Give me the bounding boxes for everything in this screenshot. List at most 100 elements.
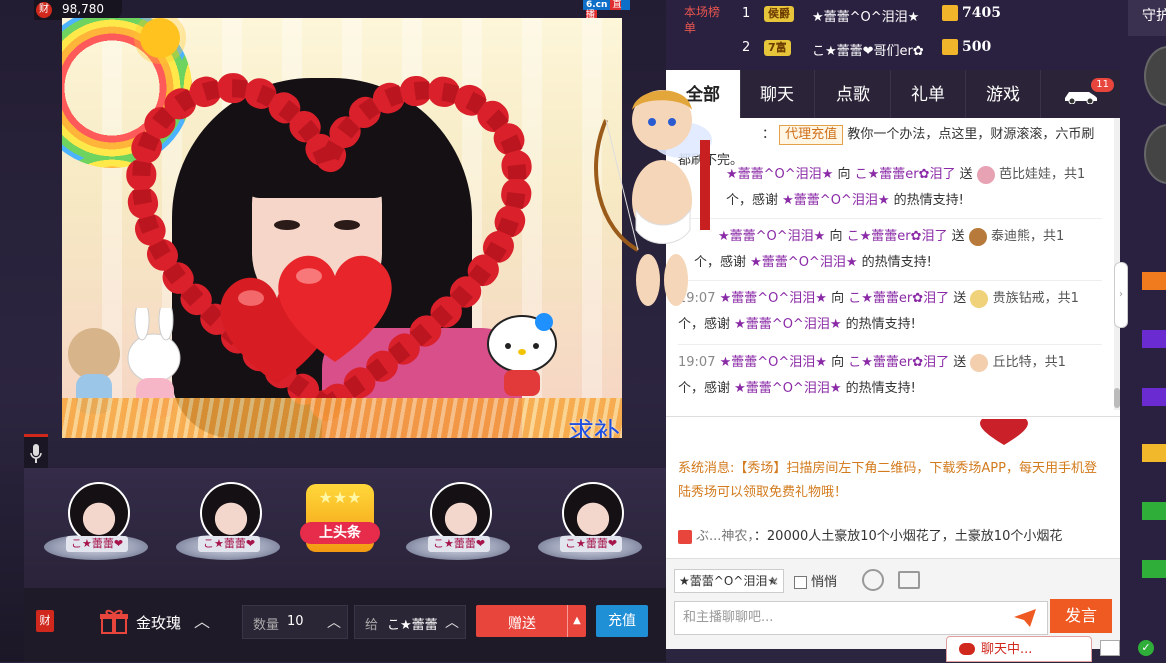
sun-decoration — [140, 18, 180, 58]
send-label: 赠送 — [508, 616, 536, 632]
quantity-value: 10 — [287, 614, 304, 629]
level-badge: 侯爵 — [764, 6, 794, 22]
gift-showcase: こ★蕾蕾❤ こ★蕾蕾❤ ★★★ 上头条 こ★蕾蕾❤ こ★蕾蕾❤ — [24, 468, 666, 588]
tab-car[interactable]: 11 — [1041, 70, 1120, 118]
cupid-animation — [594, 90, 712, 306]
chevron-up-icon: ︿ — [194, 612, 211, 631]
agent-recharge-tag[interactable]: 代理充值 — [779, 125, 844, 145]
recharge-button[interactable]: 充值 — [596, 605, 648, 637]
coin-icon — [942, 39, 958, 55]
badge — [1142, 330, 1166, 348]
headline-label: 上头条 — [300, 522, 380, 544]
guard-avatar[interactable] — [1144, 46, 1166, 106]
whisper-checkbox[interactable]: 悄悄 — [794, 571, 837, 590]
badge — [1142, 444, 1166, 462]
mail-icon[interactable] — [1100, 640, 1120, 656]
speak-button[interactable]: 发言 — [1050, 599, 1112, 633]
gift-send-bar: 财 金玫瑰 ︿ 数量 10 ︿ 给 こ★蕾蕾 ︿ 赠送 ▲ 充值 — [24, 588, 666, 662]
ranking-panel: 本场榜单 1 侯爵 ★蕾蕾^O^泪泪★ 7405 2 7富 こ★蕾蕾❤哥们er✿… — [666, 0, 1120, 70]
collapse-handle[interactable]: › — [1114, 262, 1128, 328]
gift-name: 金玫瑰 — [136, 614, 182, 632]
quantity-label: 数量 — [253, 618, 280, 633]
star-icon: ★★★ — [318, 488, 362, 507]
emoji-icon[interactable] — [862, 569, 884, 591]
heart-decoration — [980, 419, 1028, 445]
image-icon[interactable] — [898, 571, 920, 589]
red-heart — [278, 255, 392, 362]
close-icon[interactable]: × — [769, 570, 779, 592]
guard-tab[interactable]: 守护 — [1128, 0, 1166, 36]
ranking-row[interactable]: 1 侯爵 ★蕾蕾^O^泪泪★ 7405 — [736, 2, 1116, 28]
send-gift-button[interactable]: 赠送 ▲ — [476, 605, 586, 637]
tab-game[interactable]: 游戏 — [966, 70, 1041, 118]
system-message: 系统消息:【秀场】扫描房间左下角二维码，下载秀场APP，每天用手机登陆秀场可以领… — [678, 461, 1097, 500]
ranking-row[interactable]: 2 7富 こ★蕾蕾❤哥们er✿ 500 — [736, 36, 1116, 62]
tab-gift-list[interactable]: 礼单 — [891, 70, 966, 118]
microphone-icon — [30, 444, 42, 463]
sender[interactable]: ★蕾蕾^O^泪泪★ — [720, 291, 827, 306]
chevron-up-icon: ︿ — [445, 615, 459, 631]
gift-selector[interactable]: 金玫瑰 ︿ — [100, 604, 240, 638]
badge — [1142, 560, 1166, 578]
divider — [678, 344, 1102, 345]
avatar — [68, 482, 130, 544]
car-badge: 11 — [1091, 78, 1114, 92]
scrolling-message: ぶ...神农，：20000人土豪放10个小烟花了，土豪放10个小烟花 — [678, 525, 1108, 544]
chat-panel: 全部 聊天 点歌 礼单 游戏 11 ： 代理充值 教你一个办法，点这里，财源滚滚… — [666, 70, 1120, 649]
barbie-icon — [976, 165, 995, 184]
guard-avatar[interactable] — [1144, 124, 1166, 184]
message-list[interactable]: ： 代理充值 教你一个办法，点这里，财源滚滚，六币刷都刷不完。 ★蕾蕾^O^泪泪… — [666, 118, 1114, 410]
paper-plane-icon[interactable] — [1014, 609, 1036, 627]
gift-message: 19:07 ★蕾蕾^O^泪泪★ 向 こ★蕾蕾er✿泪了 送 丘比特，共1 个，感… — [678, 353, 1066, 396]
fan-slot[interactable]: こ★蕾蕾❤ — [38, 476, 154, 568]
fan-slot[interactable]: こ★蕾蕾❤ — [400, 476, 516, 568]
ring-icon — [970, 289, 989, 308]
caret-up-icon[interactable]: ▲ — [567, 605, 586, 637]
check-icon[interactable]: ✓ — [1138, 640, 1154, 656]
receiver[interactable]: こ★蕾蕾er✿泪了 — [847, 229, 948, 244]
level-badge: 7富 — [764, 40, 791, 56]
headline-button[interactable]: ★★★ 上头条 — [300, 484, 380, 552]
video-watermark: 求补刀 — [568, 418, 621, 438]
chatting-indicator[interactable]: 聊天中... — [946, 636, 1092, 662]
ranking-label[interactable]: 本场榜单 — [684, 4, 720, 36]
badge — [1142, 272, 1166, 290]
wealth-indicator: 财 98,780 — [34, 0, 122, 20]
wealth-value: 98,780 — [62, 2, 104, 16]
fan-slot[interactable]: こ★蕾蕾❤ — [532, 476, 648, 568]
chat-bubble-icon — [959, 643, 975, 655]
ranking-score: 7405 — [962, 5, 1001, 21]
microphone-button[interactable] — [24, 434, 48, 471]
recipient-label: 给 — [365, 618, 379, 633]
gift-message: 19:07 ★蕾蕾^O^泪泪★ 向 こ★蕾蕾er✿泪了 送 贵族钻戒，共1 个，… — [678, 289, 1079, 332]
rank-number: 2 — [742, 40, 751, 55]
timestamp: 19:07 — [678, 355, 716, 370]
receiver[interactable]: こ★蕾蕾er✿泪了 — [855, 167, 956, 182]
fan-slot[interactable]: こ★蕾蕾❤ — [170, 476, 286, 568]
rank-number: 1 — [742, 6, 751, 21]
divider — [678, 280, 1102, 281]
wealth-icon[interactable]: 财 — [36, 610, 54, 632]
cupid-icon — [970, 353, 989, 372]
sender[interactable]: ★蕾蕾^O^泪泪★ — [720, 355, 827, 370]
site-logo: 6.cn 直播 — [583, 0, 630, 20]
tab-chat[interactable]: 聊天 — [740, 70, 815, 118]
chat-target[interactable]: ★蕾蕾^O^泪泪★ × — [674, 569, 784, 593]
ranking-score: 500 — [962, 39, 992, 55]
recipient-field[interactable]: 给 こ★蕾蕾 ︿ — [354, 605, 466, 639]
chat-input[interactable]: 和主播聊聊吧... — [674, 601, 1048, 635]
live-video[interactable]: 求补刀 — [62, 18, 622, 438]
avatar — [430, 482, 492, 544]
fan-name: こ★蕾蕾❤ — [66, 536, 128, 552]
receiver[interactable]: こ★蕾蕾er✿泪了 — [848, 291, 949, 306]
avatar — [200, 482, 262, 544]
teddy-bear-icon — [968, 227, 987, 246]
checkbox[interactable] — [794, 576, 807, 589]
fan-name: こ★蕾蕾❤ — [560, 536, 622, 552]
receiver[interactable]: こ★蕾蕾er✿泪了 — [848, 355, 949, 370]
hello-kitty-sticker — [487, 313, 557, 396]
quantity-field[interactable]: 数量 10 ︿ — [242, 605, 348, 639]
badge — [1142, 502, 1166, 520]
badge — [1142, 388, 1166, 406]
tab-song[interactable]: 点歌 — [816, 70, 891, 118]
